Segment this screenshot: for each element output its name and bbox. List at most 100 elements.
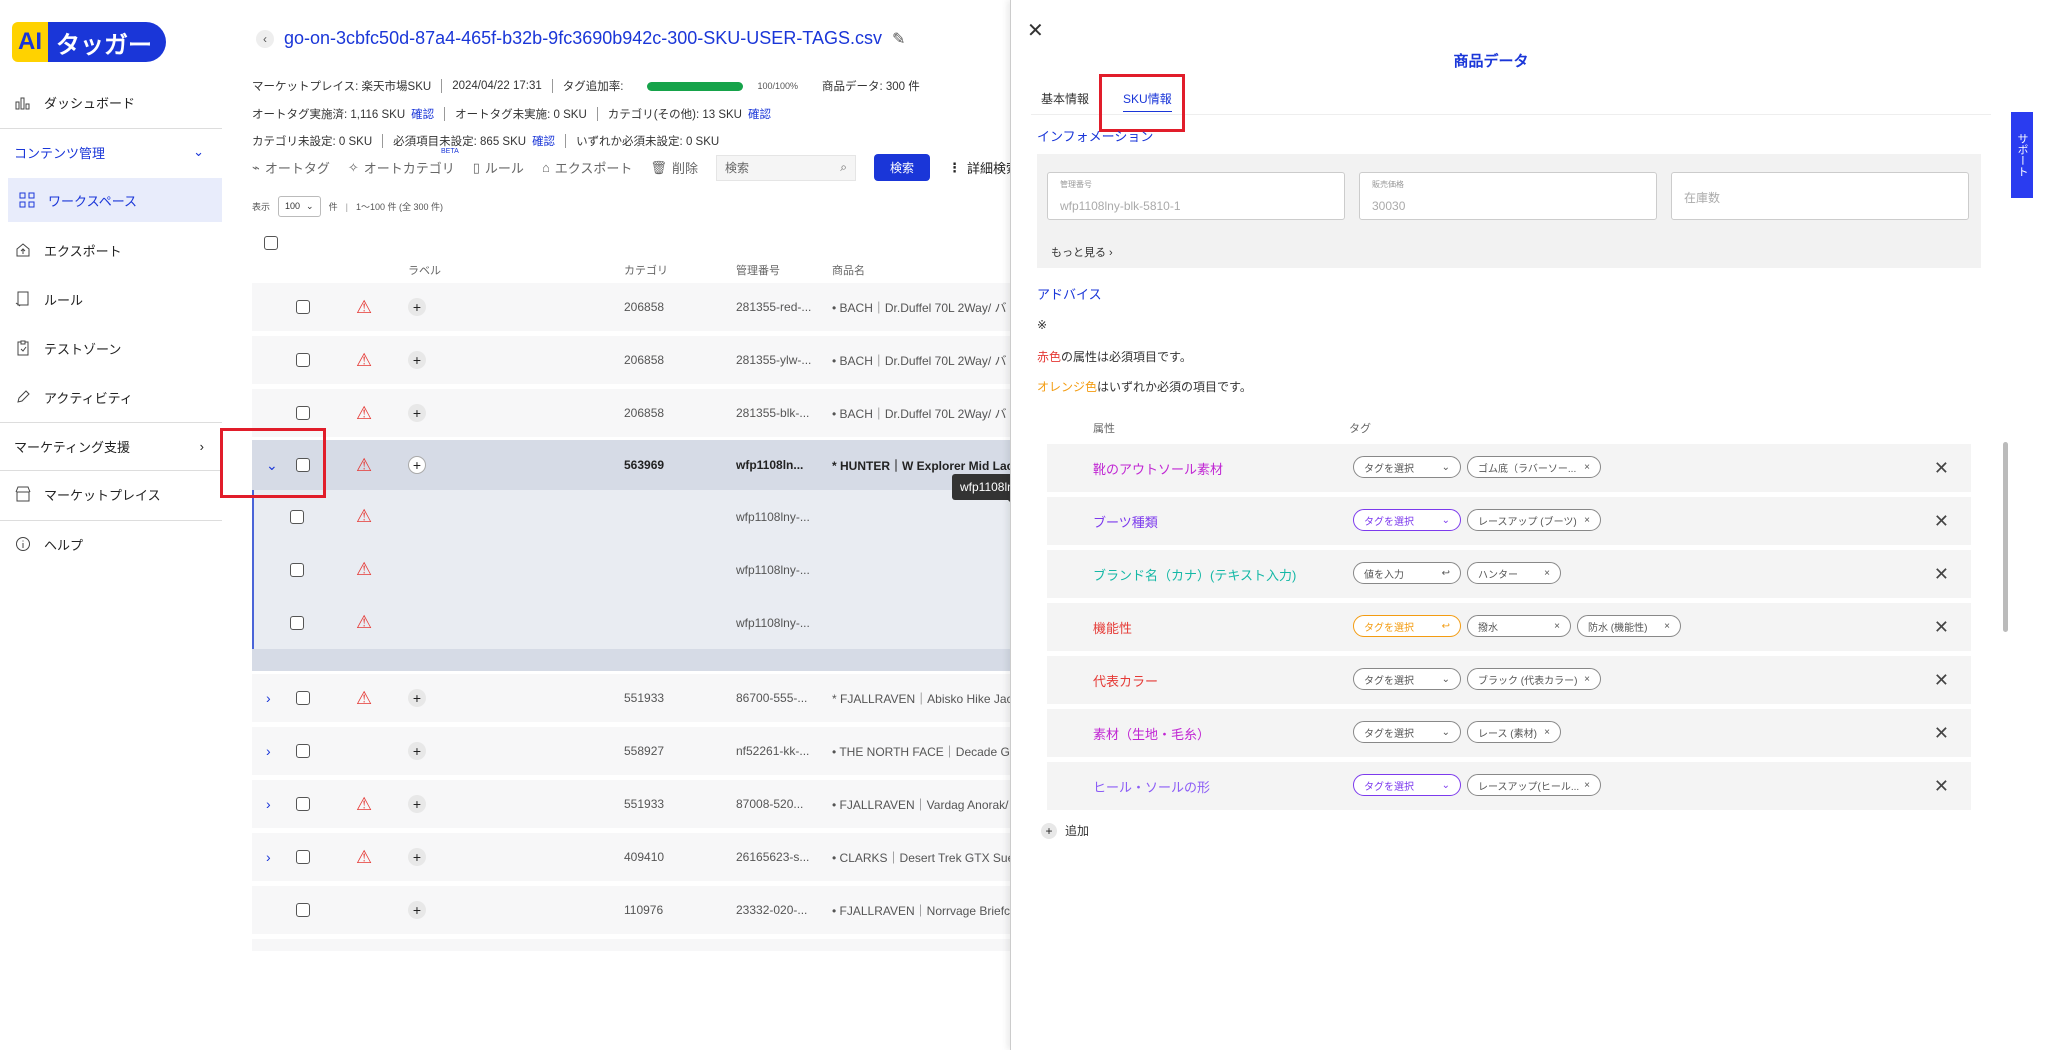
chevron-right-icon[interactable]: › [266,727,271,775]
row-checkbox[interactable] [296,744,310,758]
search-button[interactable]: 検索 [873,154,930,181]
row-checkbox[interactable] [290,562,304,577]
show-more-link[interactable]: もっと見る › [1051,244,1113,260]
remove-tag-icon[interactable]: × [1584,515,1590,526]
management-number-field[interactable]: 管理番号 wfp1108lny-blk-5810-1 [1047,172,1345,220]
table-row[interactable]: › ⚠ + 551933 86700-555-... * FJALLRAVEN｜… [252,674,1020,722]
add-label-button[interactable]: + [408,298,426,316]
remove-tag-icon[interactable]: × [1584,780,1590,791]
remove-tag-icon[interactable]: × [1544,727,1550,738]
advanced-search-button[interactable]: ⋮ 詳細検索 [948,158,1019,177]
tag-chip[interactable]: ハンター × [1467,562,1561,584]
select-all-checkbox[interactable] [264,236,278,250]
stock-field[interactable]: 在庫数 [1671,172,1969,220]
remove-tag-icon[interactable]: × [1584,674,1590,685]
chevron-right-icon[interactable]: › [266,780,271,828]
table-row[interactable]: › ⚠ + 409410 26165623-s... • CLARKS｜Dese… [252,833,1020,881]
remove-tag-icon[interactable]: × [1544,568,1550,579]
sidebar-item-activity[interactable]: アクティビティ [0,375,222,419]
app-logo[interactable]: AI タッガー [12,22,166,62]
delete-button[interactable]: 🗑 削除 [650,158,698,177]
add-label-button[interactable]: + [408,404,426,422]
sidebar-item-help[interactable]: ヘルプ [0,522,222,566]
table-row[interactable]: ⚠ + 206858 281355-blk-... • BACH｜Dr.Duff… [252,389,1020,437]
tag-chip[interactable]: 防水 (機能性) × [1577,615,1681,637]
clear-attribute-icon[interactable]: ✕ [1934,444,1949,492]
table-row[interactable]: › ⚠ + 551933 87008-520... • FJALLRAVEN｜V… [252,780,1020,828]
sidebar-item-dashboard[interactable]: ダッシュボード [0,80,222,124]
table-row[interactable]: ⚠ + 206858 281355-red-... • BACH｜Dr.Duff… [252,283,1020,331]
add-label-button[interactable]: + [408,901,426,919]
page-size-select[interactable]: 100 ⌄ [278,196,321,217]
sidebar-item-rule[interactable]: ルール [0,277,222,321]
tag-chip[interactable]: レースアップ (ブーツ) × [1467,509,1601,531]
attribute-scrollbar[interactable] [2003,442,2008,632]
tab-basic-info[interactable]: 基本情報 [1041,90,1089,112]
close-icon[interactable]: ✕ [1027,18,1044,43]
sidebar-item-testzone[interactable]: テストゾーン [0,326,222,370]
row-checkbox[interactable] [296,850,310,864]
row-checkbox[interactable] [290,509,304,524]
add-label-button[interactable]: + [408,689,426,707]
rule-button[interactable]: ▯ ルール [473,158,524,177]
confirm-link[interactable]: 確認 [411,106,434,122]
tag-select[interactable]: タグを選択 ⌄ [1353,509,1461,531]
chevron-right-icon[interactable]: › [266,674,271,722]
table-child-row[interactable]: ⚠ wfp1108lny-... [252,543,1020,596]
add-attribute-button[interactable]: + 追加 [1041,822,1089,839]
tag-select[interactable]: タグを選択 ⌄ [1353,668,1461,690]
chevron-right-icon[interactable]: › [266,833,271,881]
export-button[interactable]: ⌂ エクスポート [542,158,632,177]
sidebar-item-workspace[interactable]: ワークスペース [8,178,222,222]
sidebar-section-content[interactable]: コンテンツ管理 ⌄ [0,130,222,174]
clear-attribute-icon[interactable]: ✕ [1934,603,1949,651]
clear-attribute-icon[interactable]: ✕ [1934,497,1949,545]
tag-select[interactable]: タグを選択 ⌄ [1353,721,1461,743]
tag-chip[interactable]: 撥水 × [1467,615,1571,637]
table-row-expanded[interactable]: ⌄ ⚠ + 563969 wfp1108ln... * HUNTER｜W Exp… [252,440,1020,490]
clear-attribute-icon[interactable]: ✕ [1934,656,1949,704]
search-input[interactable]: 検索 ⌕ [715,154,856,181]
tag-chip[interactable]: ゴム底（ラバーソー... × [1467,456,1601,478]
sidebar-item-marketplace[interactable]: マーケットプレイス [0,472,222,516]
tag-chip[interactable]: レース (素材) × [1467,721,1561,743]
row-checkbox[interactable] [296,797,310,811]
edit-icon[interactable]: ✎ [892,29,905,49]
row-checkbox[interactable] [296,406,310,420]
row-checkbox[interactable] [296,691,310,705]
tag-chip[interactable]: ブラック (代表カラー) × [1467,668,1601,690]
tag-select[interactable]: タグを選択 ↩ [1353,615,1461,637]
confirm-link[interactable]: 確認 [532,133,555,149]
remove-tag-icon[interactable]: × [1584,462,1590,473]
tag-select[interactable]: タグを選択 ⌄ [1353,774,1461,796]
table-child-row[interactable]: ⚠ wfp1108lny-... [252,490,1020,543]
sidebar-section-marketing[interactable]: マーケティング支援 › [0,424,222,468]
add-label-button[interactable]: + [408,795,426,813]
price-field[interactable]: 販売価格 30030 [1359,172,1657,220]
row-checkbox[interactable] [296,353,310,367]
add-label-button[interactable]: + [408,456,426,474]
add-label-button[interactable]: + [408,848,426,866]
confirm-link[interactable]: 確認 [748,106,771,122]
add-label-button[interactable]: + [408,742,426,760]
autotag-button[interactable]: ⌁ オートタグ [252,158,330,177]
remove-tag-icon[interactable]: × [1664,621,1670,632]
clear-attribute-icon[interactable]: ✕ [1934,762,1949,810]
row-checkbox[interactable] [296,903,310,917]
remove-tag-icon[interactable]: × [1554,621,1560,632]
support-tab[interactable]: サポート [2011,112,2033,198]
clear-attribute-icon[interactable]: ✕ [1934,550,1949,598]
table-row[interactable]: + 110976 23332-020-... • FJALLRAVEN｜Norr… [252,886,1020,934]
row-checkbox[interactable] [296,300,310,314]
add-label-button[interactable]: + [408,351,426,369]
value-input[interactable]: 値を入力 ↩ [1353,562,1461,584]
table-row[interactable]: ⚠ + 206858 281355-ylw-... • BACH｜Dr.Duff… [252,336,1020,384]
row-checkbox[interactable] [290,615,304,630]
tag-select[interactable]: タグを選択 ⌄ [1353,456,1461,478]
table-row[interactable]: › + 558927 nf52261-kk-... • THE NORTH FA… [252,727,1020,775]
sidebar-item-export[interactable]: エクスポート [0,228,222,272]
table-child-row[interactable]: ⚠ wfp1108lny-... [252,596,1020,649]
autocategory-button[interactable]: ✧ オートカテゴリ BETA [348,148,459,177]
tag-chip[interactable]: レースアップ(ヒール... × [1467,774,1601,796]
clear-attribute-icon[interactable]: ✕ [1934,709,1949,757]
